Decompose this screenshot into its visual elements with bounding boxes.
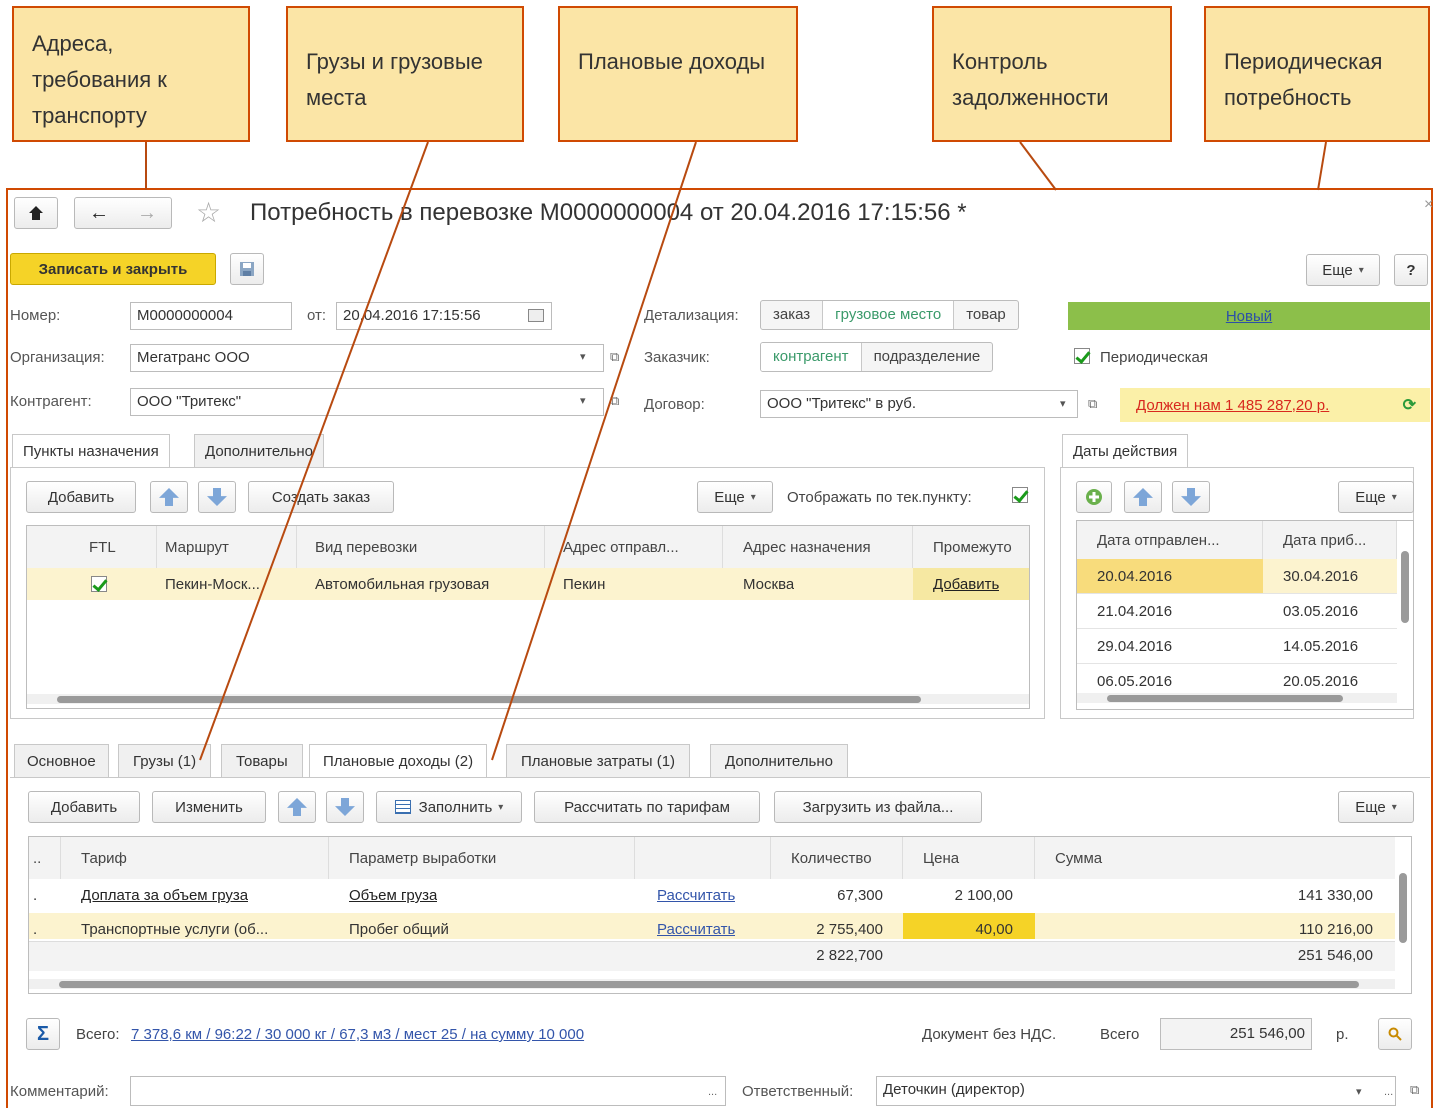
connector-cargo (199, 141, 429, 761)
connector-periodic (1317, 141, 1327, 191)
connector-debt (1019, 141, 1057, 191)
callout-connectors (145, 141, 1327, 761)
connector-income (491, 141, 697, 761)
